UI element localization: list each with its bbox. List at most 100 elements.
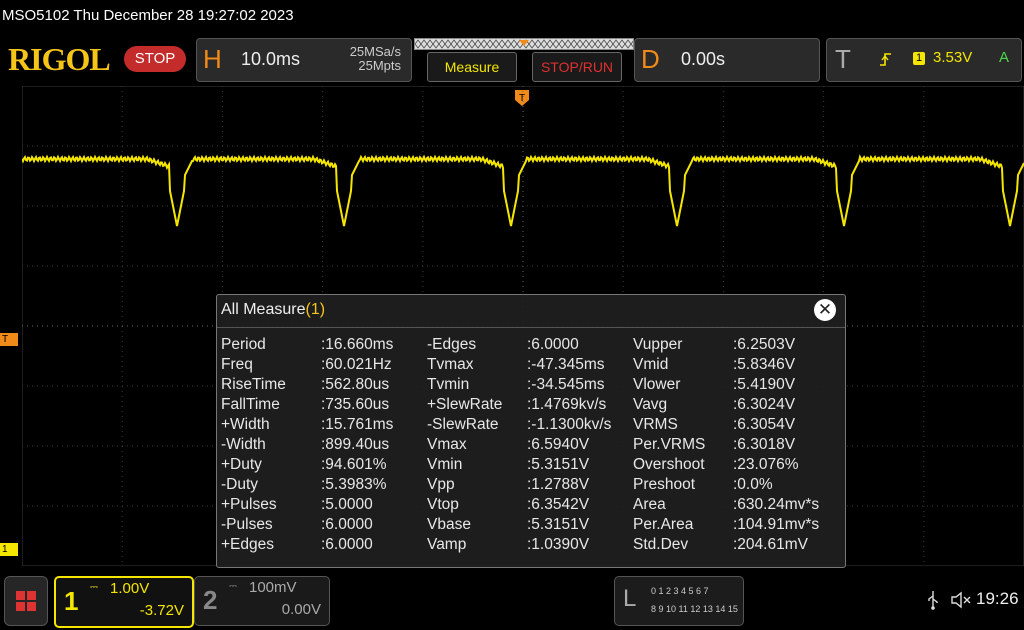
stop-run-button[interactable]: STOP/RUN bbox=[532, 52, 622, 82]
dialog-divider bbox=[217, 327, 845, 328]
logic-letter: L bbox=[623, 585, 637, 612]
measurement-value: :6.0000 bbox=[321, 536, 373, 553]
sample-rate: 25MSa/s bbox=[349, 44, 401, 59]
measurement-value: :5.3151V bbox=[527, 516, 590, 533]
trigger-panel[interactable]: T 1 3.53V A bbox=[826, 38, 1022, 82]
measurement-name: Area bbox=[633, 496, 666, 513]
measurement-value: :5.3151V bbox=[527, 456, 590, 473]
measurement-value: :5.8346V bbox=[733, 356, 796, 373]
footer-bar: 1 ⎓ 1.00V -3.72V 2 ⎓ 100mV 0.00V L 0 1 2… bbox=[0, 570, 1024, 630]
dialog-title-count: (1) bbox=[305, 301, 326, 318]
channel1-scale: 1.00V bbox=[110, 580, 150, 597]
channel1-offset-marker[interactable]: 1 bbox=[0, 543, 18, 556]
dc-coupling-icon: ⎓ bbox=[229, 581, 237, 592]
title-text: MSO5102 Thu December 28 19:27:02 2023 bbox=[2, 7, 294, 24]
measurement-value: :5.4190V bbox=[733, 376, 796, 393]
measure-button[interactable]: Measure bbox=[427, 52, 517, 82]
run-state-badge[interactable]: STOP bbox=[124, 46, 186, 72]
measurement-value: :204.61mV bbox=[733, 536, 808, 553]
measurement-value: :630.24mv*s bbox=[733, 496, 820, 513]
rigol-logo: RIGOL bbox=[8, 41, 111, 77]
measurement-name: +Pulses bbox=[221, 496, 277, 513]
rising-edge-icon bbox=[880, 53, 891, 66]
trigger-level-marker[interactable]: T bbox=[0, 333, 18, 346]
measurement-name: FallTime bbox=[221, 396, 280, 413]
logic-channels-low: 0 1 2 3 4 5 6 7 bbox=[651, 586, 709, 596]
dialog-title-text: All Measure bbox=[221, 301, 306, 318]
measurement-value: :23.076% bbox=[733, 456, 799, 473]
measurement-name: -Width bbox=[221, 436, 266, 453]
channel2-scale: 100mV bbox=[249, 579, 297, 596]
measurement-name: Per.Area bbox=[633, 516, 694, 533]
title-bar: MSO5102 Thu December 28 19:27:02 2023 bbox=[0, 0, 1024, 34]
measurement-value: :104.91mv*s bbox=[733, 516, 820, 533]
speaker-muted-icon[interactable] bbox=[950, 590, 972, 610]
channel2-offset: 0.00V bbox=[281, 601, 321, 618]
measurement-value: :16.660ms bbox=[321, 336, 394, 353]
measurement-name: +Width bbox=[221, 416, 270, 433]
trigger-source: 1 bbox=[913, 52, 925, 65]
memory-position-bar[interactable] bbox=[414, 38, 634, 50]
memory-depth: 25Mpts bbox=[358, 58, 401, 73]
measurement-name: Vmin bbox=[427, 456, 463, 473]
measurement-name: +SlewRate bbox=[427, 396, 503, 413]
measurement-name: -Duty bbox=[221, 476, 259, 493]
measurement-name: Period bbox=[221, 336, 266, 353]
measurement-name: Vavg bbox=[633, 396, 668, 413]
channel1-number: 1 bbox=[64, 586, 79, 616]
measurement-value: :60.021Hz bbox=[321, 356, 392, 373]
measurement-name: VRMS bbox=[633, 416, 678, 433]
menu-grid-icon bbox=[16, 591, 36, 611]
logic-channels-high: 8 9 10 11 12 13 14 15 bbox=[651, 604, 738, 614]
measurement-name: Vamp bbox=[427, 536, 467, 553]
measurement-name: Freq bbox=[221, 356, 253, 373]
measurement-value: :1.0390V bbox=[527, 536, 590, 553]
clock-time: 19:26 bbox=[976, 589, 1019, 608]
measurement-name: -Edges bbox=[427, 336, 477, 353]
measurement-name: Vmax bbox=[427, 436, 467, 453]
usb-icon bbox=[928, 591, 938, 610]
measurement-value: :6.3542V bbox=[527, 496, 590, 513]
channel2-number: 2 bbox=[203, 585, 218, 615]
measurement-value: :6.3054V bbox=[733, 416, 796, 433]
horizontal-panel[interactable]: H 10.0ms 25MSa/s 25Mpts bbox=[196, 38, 412, 82]
measurement-name: Overshoot bbox=[633, 456, 705, 473]
measurement-value: :562.80us bbox=[321, 376, 390, 393]
measurement-name: RiseTime bbox=[221, 376, 286, 393]
close-icon[interactable]: ✕ bbox=[814, 299, 836, 321]
measurement-name: -SlewRate bbox=[427, 416, 499, 433]
measurement-value: :-1.1300kv/s bbox=[527, 416, 612, 433]
measurement-value: :6.3018V bbox=[733, 436, 796, 453]
measurement-name: Per.VRMS bbox=[633, 436, 706, 453]
measurement-name: Vtop bbox=[427, 496, 459, 513]
delay-letter: D bbox=[641, 44, 660, 74]
measurement-name: Vmid bbox=[633, 356, 669, 373]
channel2-panel[interactable]: 2 ⎓ 100mV 0.00V bbox=[194, 576, 330, 626]
delay-panel[interactable]: D 0.00s bbox=[634, 38, 820, 82]
measurement-value: :1.4769kv/s bbox=[527, 396, 607, 413]
trigger-level: 3.53V bbox=[933, 49, 973, 66]
measurement-value: :6.2503V bbox=[733, 336, 796, 353]
measurement-name: +Edges bbox=[221, 536, 275, 553]
channel1-offset: -3.72V bbox=[139, 602, 184, 619]
delay-value: 0.00s bbox=[681, 49, 726, 69]
measurement-value: :-47.345ms bbox=[527, 356, 605, 373]
measurement-name: Vlower bbox=[633, 376, 681, 393]
measurement-name: Preshoot bbox=[633, 476, 696, 493]
logic-panel[interactable]: L 0 1 2 3 4 5 6 7 8 9 10 11 12 13 14 15 bbox=[614, 576, 744, 626]
measurement-value: :6.3024V bbox=[733, 396, 796, 413]
measurement-name: -Pulses bbox=[221, 516, 273, 533]
measurement-name: Std.Dev bbox=[633, 536, 689, 553]
dialog-title: All Measure(1) bbox=[221, 301, 325, 319]
all-measure-dialog: All Measure(1) ✕ Period :16.660ms Freq :60.… bbox=[216, 294, 846, 568]
memory-bar-pattern bbox=[415, 39, 633, 49]
measurement-value: :6.0000 bbox=[527, 336, 579, 353]
channel1-panel[interactable]: 1 ⎓ 1.00V -3.72V bbox=[54, 576, 194, 628]
measurement-name: Tvmin bbox=[427, 376, 470, 393]
measurement-value: :-34.545ms bbox=[527, 376, 605, 393]
trigger-letter: T bbox=[835, 44, 851, 74]
measurement-value: :899.40us bbox=[321, 436, 390, 453]
measurement-value: :15.761ms bbox=[321, 416, 394, 433]
main-menu-button[interactable] bbox=[4, 576, 48, 626]
measurement-value: :1.2788V bbox=[527, 476, 590, 493]
